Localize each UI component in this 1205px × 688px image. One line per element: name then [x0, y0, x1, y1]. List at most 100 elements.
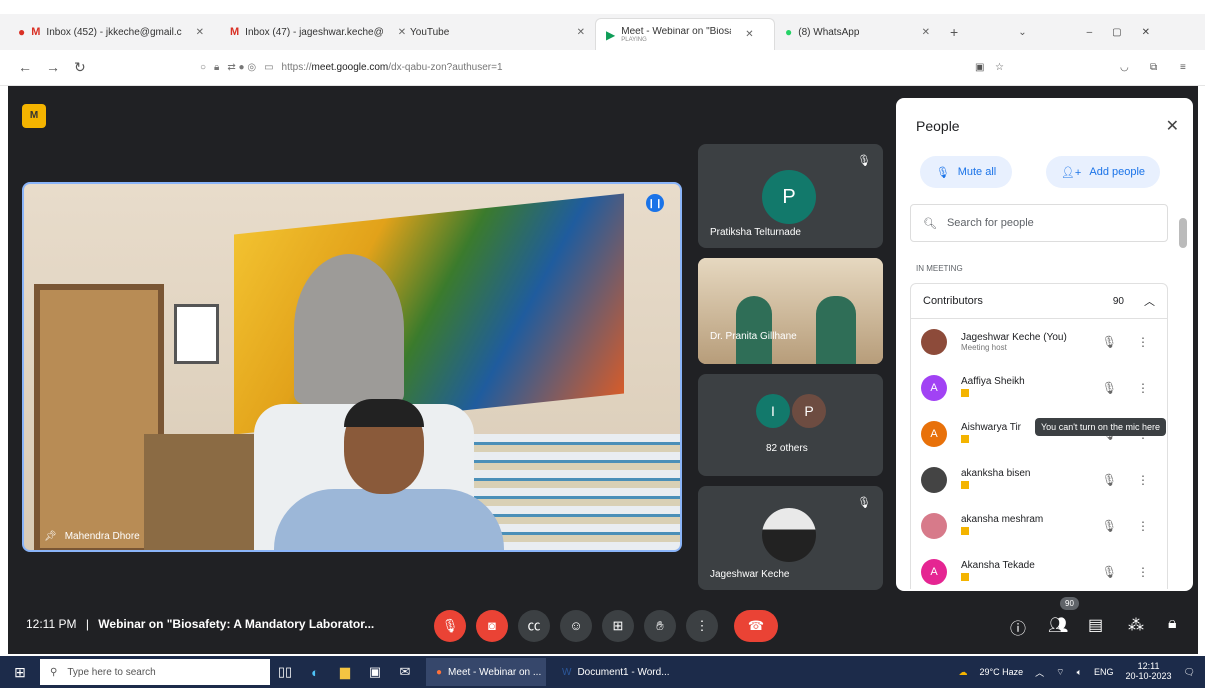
close-window-icon[interactable]: ✕ — [1142, 27, 1150, 38]
people-search-input[interactable]: 🔍︎ Search for people — [910, 204, 1168, 242]
separator: | — [85, 616, 89, 631]
url-domain: meet.google.com — [311, 62, 389, 73]
edge-icon[interactable]: ◐ — [300, 665, 330, 680]
leave-call-button[interactable]: ☎ — [734, 610, 778, 642]
mute-all-button[interactable]: 🎙︎ Mute all — [920, 156, 1012, 188]
main-video-tile[interactable]: ❙❙ 📌︎ Mahendra Dhore — [22, 182, 682, 552]
close-icon[interactable]: ✕ — [922, 27, 930, 38]
store-icon[interactable]: ▣ — [360, 664, 390, 680]
scrollbar-thumb[interactable] — [1179, 218, 1187, 248]
windows-start-icon[interactable]: ⊞ — [0, 664, 40, 681]
captions-button[interactable]: ㏄ — [518, 610, 550, 642]
list-item[interactable]: akansha meshram 🎙︎ ⋮ — [911, 503, 1167, 549]
list-item[interactable]: Jageshwar Keche (You) Meeting host 🎙︎ ⋮ — [911, 319, 1167, 365]
tab-label: Meet - Webinar on "Biosafety: A — [621, 26, 731, 37]
close-icon[interactable]: ✕ — [1166, 116, 1179, 136]
file-explorer-icon[interactable]: ▆ — [330, 664, 360, 680]
close-icon[interactable]: ✕ — [577, 27, 585, 38]
info-icon[interactable]: ⓘ — [1010, 615, 1026, 639]
scrollbar[interactable] — [1179, 218, 1187, 578]
more-options-icon[interactable]: ⋮ — [1137, 335, 1149, 349]
host-controls-icon[interactable]: 🔒︎ — [1168, 615, 1177, 633]
tile-participant-2[interactable]: Dr. Pranita Gillhane — [698, 258, 883, 364]
address-field[interactable]: ○ 🔒︎ ⇄ ● ◎ ▭ https://meet.google.com/dx-… — [200, 62, 503, 73]
tab-whatsapp[interactable]: ● (8) WhatsApp ✕ — [775, 17, 940, 47]
firefox-icon: ● — [436, 666, 443, 678]
mic-off-icon[interactable]: 🎙︎ — [1102, 381, 1117, 395]
more-options-icon[interactable]: ⋮ — [1137, 519, 1149, 533]
new-tab-icon[interactable]: + — [950, 24, 958, 40]
permissions-icon[interactable]: ⇄ ● ◎ — [227, 62, 256, 73]
forward-icon[interactable]: → — [46, 59, 60, 76]
chevron-up-icon[interactable]: ︿ — [1144, 293, 1155, 309]
word-icon: W — [562, 666, 572, 678]
weather-text[interactable]: 29°C Haze — [979, 667, 1023, 677]
mic-off-icon[interactable]: 🎙︎ — [1102, 519, 1117, 533]
close-icon[interactable]: ✕ — [745, 29, 753, 40]
avatar — [762, 508, 816, 562]
tab-sub: PLAYING — [621, 36, 647, 43]
menu-icon[interactable]: ≡ — [1180, 62, 1186, 73]
tile-participant-1[interactable]: 🎙︎ P Pratiksha Telturnade — [698, 144, 883, 248]
clock[interactable]: 12:11 20-10-2023 — [1125, 661, 1172, 682]
more-options-icon[interactable]: ⋮ — [1137, 381, 1149, 395]
bust — [294, 254, 404, 404]
pocket-icon[interactable]: ◡ — [1120, 62, 1129, 73]
minimize-icon[interactable]: – — [1087, 27, 1093, 38]
reload-icon[interactable]: ↻ — [74, 59, 86, 76]
participant-name: Dr. Pranita Gillhane — [710, 331, 797, 342]
extensions-icon[interactable]: ⧉ — [1150, 62, 1157, 73]
system-tray: ☁ 29°C Haze ︿ ⌔ 🔈︎ ENG 12:11 20-10-2023 … — [958, 661, 1195, 682]
tab-gmail-1[interactable]: ● M Inbox (452) - jkkeche@gmail.c ✕ — [0, 17, 220, 47]
tab-gmail-2[interactable]: M Inbox (47) - jageshwar.keche@ ✕ — [220, 17, 406, 47]
network-icon[interactable]: ⌔ — [1056, 667, 1064, 678]
star-icon[interactable]: ☆ — [995, 62, 1004, 73]
notifications-icon[interactable]: 🗨︎ — [1184, 667, 1195, 678]
mic-off-icon[interactable]: 🎙︎ — [1102, 565, 1117, 579]
task-view-icon[interactable]: ▯▯ — [270, 664, 300, 680]
avatar — [921, 467, 947, 493]
close-icon[interactable]: ✕ — [196, 27, 204, 38]
tile-others[interactable]: I P 82 others — [698, 374, 883, 476]
pin-icon[interactable]: 📌︎ — [44, 531, 57, 542]
weather-icon: ☁ — [958, 666, 968, 677]
tile-participant-4[interactable]: 🎙︎ Jageshwar Keche — [698, 486, 883, 590]
taskbar-app-firefox[interactable]: ● Meet - Webinar on ... — [426, 658, 546, 686]
mic-off-button[interactable]: 🎙︎ — [434, 610, 466, 642]
more-options-button[interactable]: ⋮ — [686, 610, 718, 642]
tab-meet[interactable]: ▶ Meet - Webinar on "Biosafety: A PLAYIN… — [595, 18, 775, 50]
reader-icon[interactable]: ▣ — [975, 62, 984, 73]
clock-date: 20-10-2023 — [1125, 671, 1172, 681]
people-icon[interactable]: 👥︎ — [1048, 615, 1068, 635]
reactions-button[interactable]: ☺ — [560, 610, 592, 642]
more-options-icon[interactable]: ⋮ — [1137, 565, 1149, 579]
camera-off-button[interactable]: ◙ — [476, 610, 508, 642]
mic-off-icon[interactable]: 🎙︎ — [1102, 335, 1117, 349]
contributors-label: Contributors — [923, 295, 983, 307]
raise-hand-button[interactable]: ✋︎ — [644, 610, 676, 642]
mail-icon[interactable]: ✉ — [390, 664, 420, 680]
list-item[interactable]: A Akansha Tekade 🎙︎ ⋮ — [911, 549, 1167, 589]
browser-menu-icon[interactable]: ● — [18, 25, 25, 39]
chat-icon[interactable]: ▤ — [1088, 615, 1103, 635]
list-item[interactable]: akanksha bisen 🎙︎ ⋮ — [911, 457, 1167, 503]
chevron-down-icon[interactable]: ⌄ — [1018, 27, 1026, 38]
volume-icon[interactable]: 🔈︎ — [1077, 667, 1082, 678]
activities-icon[interactable]: ⁂ — [1128, 615, 1144, 635]
contributors-header[interactable]: Contributors 90 ︿ — [910, 283, 1168, 319]
language-indicator[interactable]: ENG — [1094, 667, 1114, 677]
taskbar-search-input[interactable]: ⚲ Type here to search — [40, 659, 270, 685]
mic-off-icon: 🎙︎ — [857, 497, 871, 509]
tab-youtube[interactable]: YouTube ✕ — [400, 17, 595, 47]
restore-icon[interactable]: ▢ — [1112, 27, 1121, 38]
participant-name: Jageshwar Keche (You) — [961, 332, 1067, 343]
mic-off-icon[interactable]: 🎙︎ — [1102, 473, 1117, 487]
tray-chevron-icon[interactable]: ︿ — [1035, 666, 1044, 679]
taskbar-app-word[interactable]: W Document1 - Word... — [552, 658, 672, 686]
add-people-button[interactable]: 👤︎+ Add people — [1046, 156, 1160, 188]
more-options-icon[interactable]: ⋮ — [1137, 473, 1149, 487]
meet-stage: M ❙❙ 📌︎ Mahendra Dhore 🎙︎ P Pratiksha Te… — [8, 86, 1198, 654]
present-button[interactable]: ⊞ — [602, 610, 634, 642]
list-item[interactable]: A Aaffiya Sheikh 🎙︎ ⋮ — [911, 365, 1167, 411]
back-icon[interactable]: ← — [18, 59, 32, 76]
